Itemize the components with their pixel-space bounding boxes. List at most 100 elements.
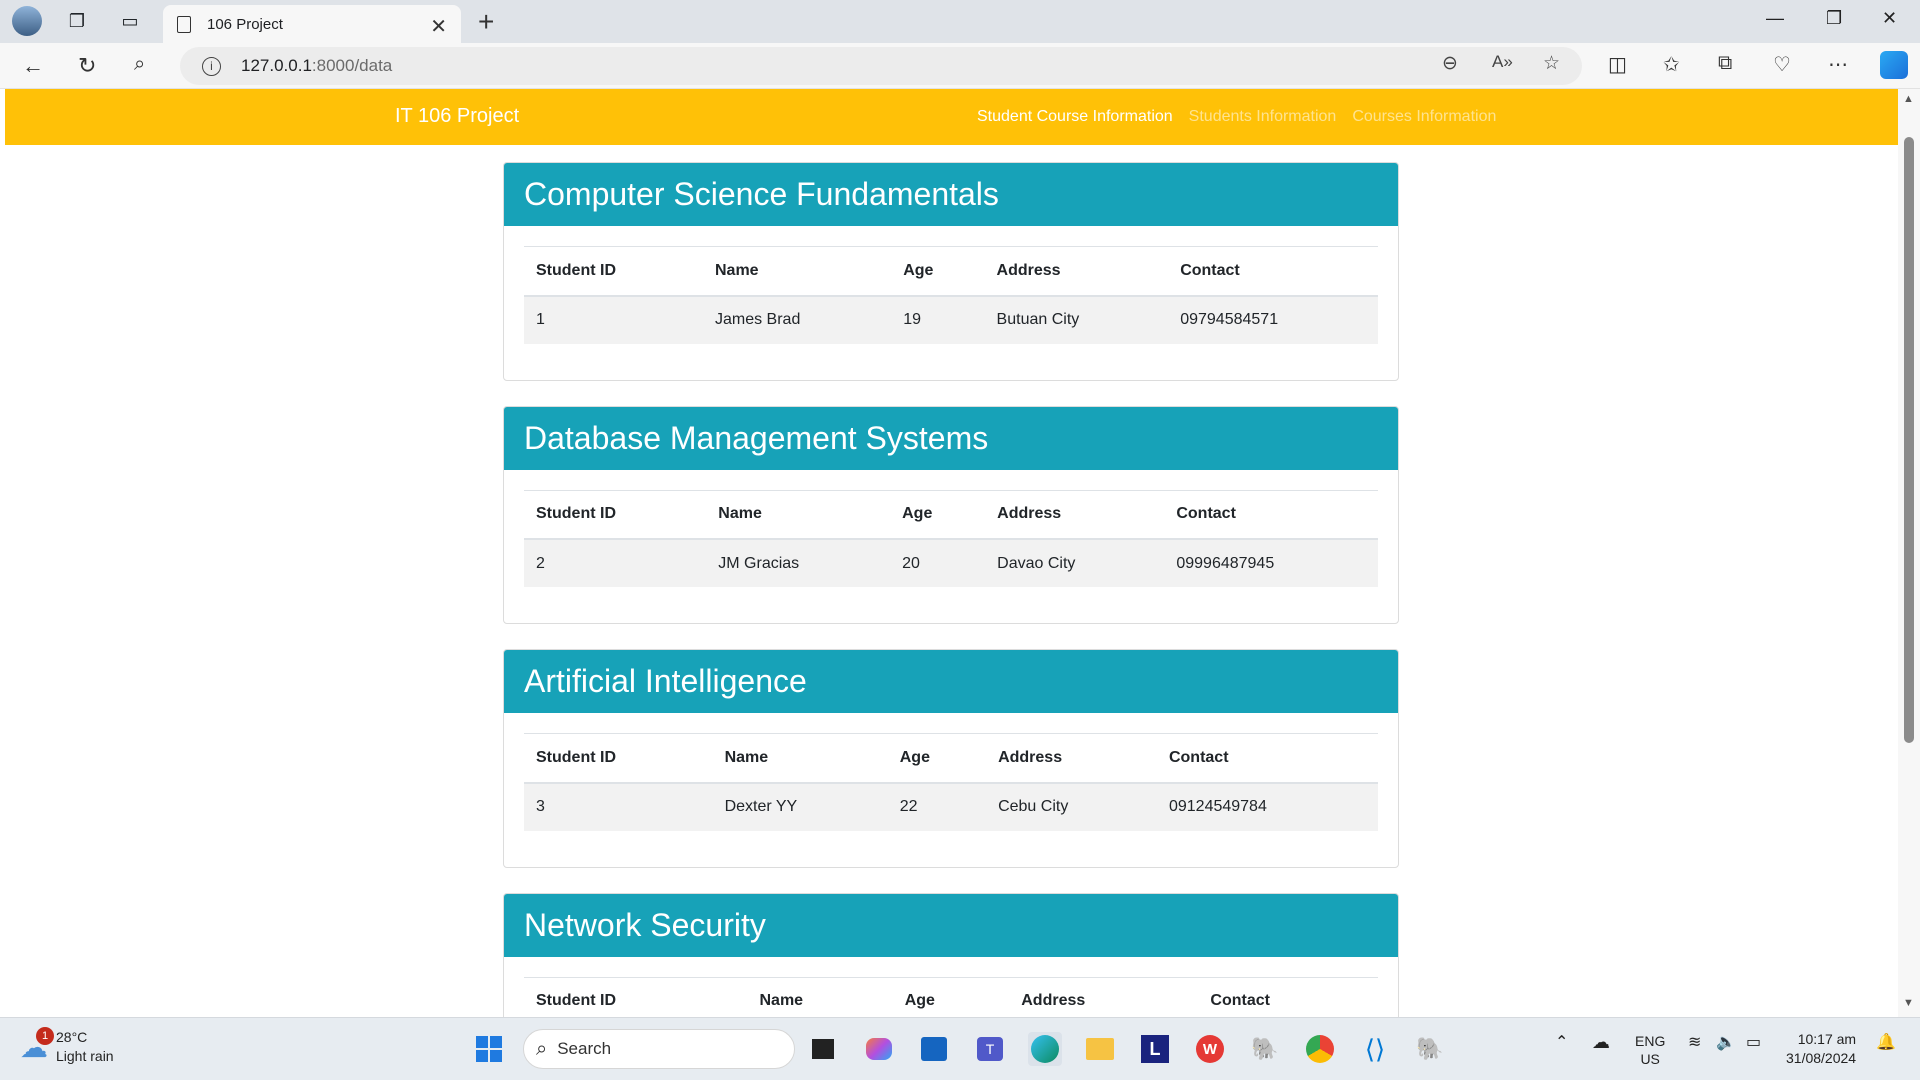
l-app-icon[interactable]: L <box>1138 1032 1172 1066</box>
zoom-out-icon[interactable]: ⊖ <box>1442 52 1458 75</box>
column-header: Student ID <box>524 489 707 540</box>
clock-time: 10:17 am <box>1797 1031 1857 1047</box>
browser-essentials-icon[interactable]: ♡ <box>1773 52 1791 77</box>
show-hidden-icons[interactable]: ⌃ <box>1555 1032 1568 1052</box>
notifications-icon[interactable]: 🔔 <box>1876 1032 1896 1052</box>
copilot-app-icon[interactable] <box>862 1032 896 1066</box>
refresh-icon[interactable]: ↻ <box>78 53 96 79</box>
split-screen-icon[interactable]: ◫ <box>1608 52 1627 77</box>
table-cell: 2 <box>524 539 707 587</box>
nav-link-courses-information[interactable]: Courses Information <box>1352 108 1496 126</box>
column-header: Address <box>986 733 1157 784</box>
collections-icon[interactable]: ⧉ <box>1718 52 1732 75</box>
wifi-icon[interactable]: ≋ <box>1688 1032 1701 1052</box>
windows-taskbar: ☁ 1 28°C Light rain ⌕ Search T L W 🐘 ⟨⟩ … <box>0 1017 1920 1080</box>
course-title: Network Security <box>504 893 1398 957</box>
postgres-icon[interactable]: 🐘 <box>1248 1032 1282 1066</box>
students-table: Student ID Name Age Address Contact 1 James Br… <box>524 246 1378 344</box>
teams-icon[interactable]: T <box>973 1032 1007 1066</box>
weather-widget[interactable]: ☁ 1 28°C Light rain <box>20 1026 114 1066</box>
clock[interactable]: 10:17 am 31/08/2024 <box>1786 1030 1856 1068</box>
pgadmin-icon[interactable]: 🐘 <box>1413 1032 1447 1066</box>
column-header: Name <box>702 246 892 297</box>
url-host: 127.0.0.1 <box>241 56 312 75</box>
course-title: Computer Science Fundamentals <box>504 163 1398 226</box>
back-icon[interactable]: ← <box>22 53 44 79</box>
page-scrollbar[interactable]: ▲ ▼ <box>1898 89 1920 1017</box>
profile-avatar-icon[interactable] <box>7 1 47 41</box>
column-header: Student ID <box>524 733 713 784</box>
restore-icon[interactable]: ❐ <box>1826 8 1842 29</box>
minimize-icon[interactable]: — <box>1766 8 1784 29</box>
table-cell: Dexter YY <box>712 782 888 831</box>
table-cell: 09124549784 <box>1156 782 1378 831</box>
file-explorer-icon[interactable] <box>1083 1032 1117 1066</box>
language-indicator[interactable]: ENG US <box>1635 1032 1665 1068</box>
taskbar-search-input[interactable]: ⌕ Search <box>523 1029 795 1069</box>
column-header: Name <box>712 733 888 784</box>
navbar-brand[interactable]: IT 106 Project <box>395 105 519 128</box>
column-header: Contact <box>1198 976 1378 1017</box>
search-icon[interactable]: ⌕ <box>134 53 145 76</box>
table-row: 3 Dexter YY 22 Cebu City 09124549784 <box>524 782 1378 831</box>
column-header: Student ID <box>524 246 703 297</box>
scroll-up-icon[interactable]: ▲ <box>1903 93 1914 105</box>
store-icon[interactable] <box>917 1032 951 1066</box>
table-header-row: Student ID Name Age Address Contact <box>524 733 1378 784</box>
table-cell: 1 <box>524 295 703 344</box>
more-menu-icon[interactable]: ⋯ <box>1828 52 1848 77</box>
onedrive-icon[interactable]: ☁ <box>1592 1032 1610 1053</box>
course-card: Database Management Systems Student ID Nam… <box>503 405 1399 624</box>
scroll-down-icon[interactable]: ▼ <box>1903 997 1914 1009</box>
page-viewport: IT 106 Project Student Course Informatio… <box>5 89 1898 1017</box>
close-tab-icon[interactable]: ✕ <box>430 14 447 39</box>
card-body: Student ID Name Age Address Contact 2 JM Graci… <box>504 470 1398 624</box>
battery-icon[interactable]: ▭ <box>1746 1032 1761 1052</box>
card-body: Student ID Name Age Address Contact 3 Dexter Y… <box>504 713 1398 867</box>
table-header-row: Student ID Name Age Address Contact <box>524 976 1378 1017</box>
vertical-tabs-icon[interactable]: ▭ <box>110 1 150 41</box>
column-header: Name <box>747 976 893 1017</box>
column-header: Age <box>890 489 986 540</box>
table-cell: 22 <box>887 782 987 831</box>
table-cell: 3 <box>524 782 713 831</box>
new-tab-icon[interactable]: + <box>478 6 494 38</box>
copilot-icon[interactable] <box>1880 51 1908 79</box>
tab-strip: ❐ ▭ 106 Project ✕ + — ❐ ✕ <box>0 0 1920 43</box>
close-window-icon[interactable]: ✕ <box>1882 8 1897 29</box>
table-cell: 09794584571 <box>1168 295 1378 344</box>
terminal-icon[interactable] <box>806 1032 840 1066</box>
vscode-icon[interactable]: ⟨⟩ <box>1358 1032 1392 1066</box>
lang-top: ENG <box>1635 1033 1666 1049</box>
column-header: Age <box>892 976 1010 1017</box>
students-table: Student ID Name Age Address Contact <box>524 976 1378 1017</box>
nav-link-student-course-information[interactable]: Student Course Information <box>977 108 1173 126</box>
favorites-icon[interactable]: ✩ <box>1663 52 1680 77</box>
workspaces-icon[interactable]: ❐ <box>57 1 97 41</box>
column-header: Address <box>984 246 1169 297</box>
favorite-star-icon[interactable]: ☆ <box>1543 52 1560 75</box>
table-cell: Davao City <box>985 539 1165 587</box>
scroll-thumb[interactable] <box>1904 137 1914 743</box>
course-cards: Computer Science Fundamentals Student ID N… <box>503 162 1399 1017</box>
table-cell: James Brad <box>702 295 892 344</box>
table-cell: 19 <box>891 295 985 344</box>
table-cell: JM Gracias <box>706 539 891 587</box>
wps-office-icon[interactable]: W <box>1193 1032 1227 1066</box>
table-row: 2 JM Gracias 20 Davao City 09996487945 <box>524 539 1378 587</box>
start-icon[interactable] <box>472 1032 506 1066</box>
url-input[interactable]: i 127.0.0.1:8000/data <box>180 47 1582 85</box>
read-aloud-icon[interactable]: A» <box>1492 52 1513 72</box>
site-info-icon[interactable]: i <box>202 56 221 76</box>
nav-link-students-information[interactable]: Students Information <box>1189 108 1337 126</box>
course-card: Network Security Student ID Name Age Address… <box>503 892 1399 1017</box>
browser-tab[interactable]: 106 Project ✕ <box>163 5 461 43</box>
column-header: Age <box>887 733 987 784</box>
column-header: Age <box>891 246 985 297</box>
volume-icon[interactable]: 🔈 <box>1716 1032 1736 1052</box>
weather-temp: 28°C <box>56 1029 88 1045</box>
table-cell: Butuan City <box>984 295 1169 344</box>
edge-icon[interactable] <box>1028 1032 1062 1066</box>
nav-links: Student Course Information Students Info… <box>977 108 1496 126</box>
chrome-icon[interactable] <box>1303 1032 1337 1066</box>
